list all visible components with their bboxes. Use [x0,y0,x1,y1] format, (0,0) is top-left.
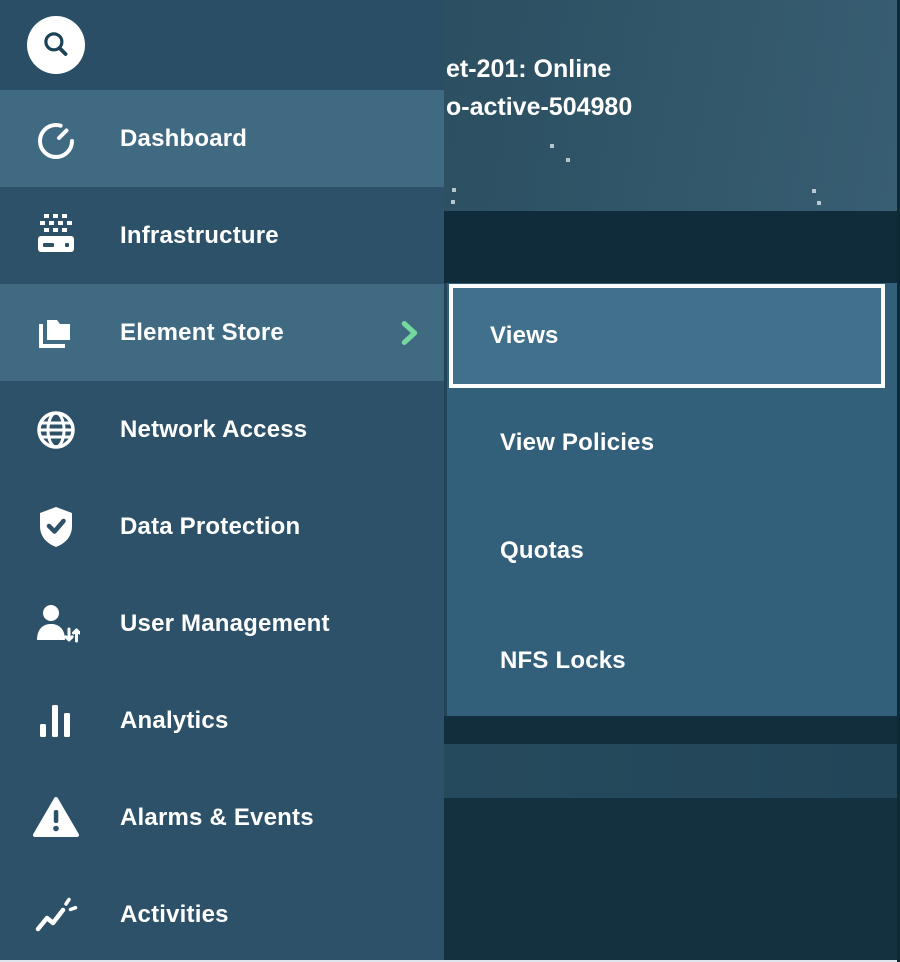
cluster-status-text: et-201: Online o-active-504980 [446,50,632,126]
sidebar-item-alarms-events[interactable]: Alarms & Events [0,769,444,866]
sidebar-item-dashboard[interactable]: Dashboard [0,90,444,187]
background-dot [817,201,821,205]
sidebar-item-label: Network Access [120,416,307,444]
warning-triangle-icon [32,794,80,842]
submenu-item-nfs-locks[interactable]: NFS Locks [444,605,900,716]
submenu-item-label: Views [490,322,559,350]
user-arrows-icon [32,600,80,648]
globe-icon [32,406,80,454]
sidebar-item-label: Data Protection [120,513,300,541]
search-button[interactable] [27,16,85,74]
sidebar-item-analytics[interactable]: Analytics [0,672,444,769]
chevron-right-icon [394,318,424,348]
sidebar-item-label: Alarms & Events [120,804,314,832]
cluster-status-line: et-201: Online [446,50,632,88]
sidebar-search-area [0,0,444,90]
sidebar-item-label: Dashboard [120,125,247,153]
folder-icon [32,309,80,357]
submenu-item-view-policies[interactable]: View Policies [444,389,900,497]
sidebar-item-label: User Management [120,610,330,638]
submenu-item-label: NFS Locks [500,647,626,675]
sidebar-item-activities[interactable]: Activities [0,866,444,962]
cluster-name: et-201: [446,55,527,83]
sidebar-item-element-store[interactable]: Element Store [0,284,444,381]
gauge-icon [32,115,80,163]
background-dot [452,188,456,192]
element-store-submenu: Views View Policies Quotas NFS Locks [444,283,900,716]
sidebar-item-label: Element Store [120,319,284,347]
submenu-item-quotas[interactable]: Quotas [444,497,900,605]
submenu-item-label: View Policies [500,429,654,457]
sidebar-item-network-access[interactable]: Network Access [0,381,444,478]
search-icon [39,28,73,62]
shield-check-icon [32,503,80,551]
sidebar-nav: Dashboard Infrastructure Element Store [0,0,444,962]
submenu-item-views[interactable]: Views [449,284,885,388]
background-dot [566,158,570,162]
sidebar-item-user-management[interactable]: User Management [0,575,444,672]
cluster-state: Online [534,55,612,83]
trend-line-icon [32,891,80,939]
sidebar-item-data-protection[interactable]: Data Protection [0,478,444,575]
background-dot [451,200,455,204]
sidebar-item-label: Analytics [120,707,229,735]
sidebar-item-label: Infrastructure [120,222,279,250]
cluster-subtitle: o-active-504980 [446,88,632,126]
background-dot [812,189,816,193]
background-dot [550,144,554,148]
app-window: et-201: Online o-active-504980 Dashboard [0,0,900,962]
server-icon [32,212,80,260]
sidebar-item-label: Activities [120,901,229,929]
sidebar-item-infrastructure[interactable]: Infrastructure [0,187,444,284]
bar-chart-icon [32,697,80,745]
submenu-item-label: Quotas [500,537,584,565]
